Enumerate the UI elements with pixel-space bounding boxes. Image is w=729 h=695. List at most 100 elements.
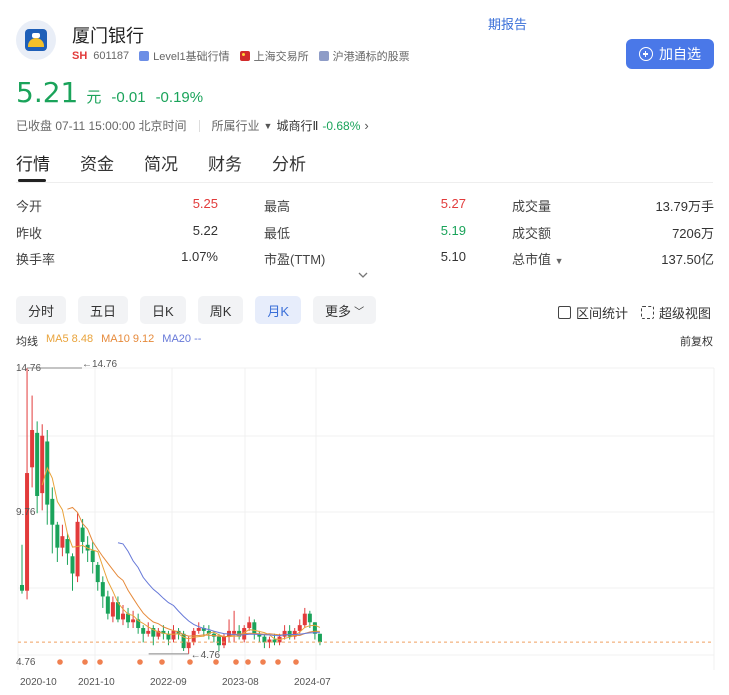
dividend-marker	[57, 659, 63, 665]
hk-connect-icon	[318, 51, 329, 61]
period-monthly[interactable]: 月K	[255, 296, 302, 324]
metric-label: 总市值 ▼	[512, 249, 564, 268]
high-marker-label: ←14.76	[82, 359, 117, 370]
tag-exchange[interactable]: 上海交易所	[239, 48, 309, 64]
price-change-pct: -0.19%	[155, 89, 204, 106]
range-stats-icon	[558, 306, 571, 319]
candle-body	[90, 550, 95, 563]
metric-value: 5.25	[192, 196, 218, 211]
candle-body	[247, 622, 252, 629]
tab-funds[interactable]: 资金	[80, 150, 114, 182]
tab-finance[interactable]: 财务	[208, 150, 242, 182]
dividend-marker	[213, 659, 219, 665]
candle-body	[20, 584, 24, 591]
ma20-legend: MA20 --	[162, 333, 202, 345]
industry-change: -0.68%	[322, 118, 361, 133]
x-axis-label: 2021-10	[78, 677, 115, 688]
add-watchlist-button[interactable]: 加自选	[626, 39, 714, 69]
candle-body	[297, 625, 302, 631]
period-daily[interactable]: 日K	[140, 296, 186, 324]
industry-label: 所属行业	[211, 119, 260, 133]
expand-chevron-icon[interactable]	[358, 270, 368, 280]
adjust-mode-toggle[interactable]: 前复权	[680, 333, 713, 349]
y-label-mid: 9.76	[16, 507, 36, 518]
super-view-label: 超级视图	[659, 306, 712, 321]
industry-link[interactable]: 城商行Ⅱ	[276, 117, 318, 134]
x-axis-label: 2022-09	[150, 677, 187, 688]
metric-label: 市盈(TTM)	[264, 252, 326, 267]
tag-hk-connect-label: 沪港通标的股票	[332, 51, 410, 63]
divider	[198, 119, 200, 132]
tag-level1[interactable]: Level1基础行情	[139, 48, 230, 64]
period-weekly[interactable]: 周K	[197, 296, 244, 324]
chevron-right-icon[interactable]: ›	[364, 118, 368, 133]
metric-value: 137.50亿	[661, 252, 714, 267]
metric-label: 最低	[264, 225, 291, 241]
candle-body	[262, 636, 267, 643]
candle-body	[196, 628, 201, 631]
dividend-marker	[245, 659, 251, 665]
dividend-marker	[97, 659, 103, 665]
metrics-grid: 今开 5.25 最高 5.27 成交量 13.79万手 昨收 5.22 最低 5…	[16, 196, 714, 276]
metric-label: 最高	[264, 199, 291, 214]
candle-body	[146, 630, 151, 634]
range-stats-button[interactable]: 区间统计	[558, 303, 628, 322]
ma20-line	[117, 542, 320, 637]
metric-label: 昨收	[16, 225, 43, 241]
candle-body	[100, 582, 105, 597]
candle-body	[60, 536, 65, 548]
candle-body	[307, 613, 312, 623]
metric-value: 5.27	[440, 196, 466, 211]
metric-value: 7206万	[672, 225, 714, 241]
kline-chart[interactable]: 14.769.764.76←14.76←4.762020-10 2021-10 20…	[0, 352, 729, 695]
stock-code: 601187	[93, 50, 130, 62]
ma-legend: 均线 MA5 8.48 MA10 9.12 MA20 --	[16, 333, 209, 349]
market-badge: SH	[72, 50, 88, 62]
caret-down-icon[interactable]: ▼	[555, 256, 564, 266]
ma-title: 均线	[16, 336, 38, 348]
period-more-dropdown[interactable]: 更多 ﹀	[313, 296, 377, 324]
period-5day[interactable]: 五日	[78, 296, 129, 324]
candle-body	[80, 527, 85, 542]
candle-body	[272, 639, 277, 643]
dividend-marker	[275, 659, 281, 665]
x-axis-label: 2024-07	[294, 677, 331, 688]
bank-logo	[16, 20, 56, 60]
dividend-marker	[159, 659, 165, 665]
candle-body	[50, 498, 55, 525]
metrics-row: 昨收 5.22 最低 5.19 成交额 7206万	[16, 223, 714, 250]
metrics-row: 今开 5.25 最高 5.27 成交量 13.79万手	[16, 196, 714, 223]
dividend-marker	[137, 659, 143, 665]
tag-exchange-label: 上海交易所	[253, 51, 309, 63]
candle-body	[171, 630, 176, 640]
add-watchlist-label: 加自选	[659, 46, 701, 62]
metric-label: 成交量	[512, 199, 552, 214]
price-unit: 元	[86, 89, 102, 106]
period-intraday[interactable]: 分时	[16, 296, 67, 324]
caret-down-icon: ▼	[263, 120, 273, 131]
candle-body	[222, 636, 226, 646]
metric-value: 5.19	[440, 222, 466, 238]
main-tabs: 行情 资金 简况 财务 分析	[16, 150, 336, 182]
tab-profile[interactable]: 简况	[144, 150, 178, 182]
period-more-label: 更多	[325, 303, 352, 319]
metric-value: 5.10	[440, 249, 466, 264]
periodic-report-link[interactable]: 期报告	[488, 14, 527, 33]
tab-analysis[interactable]: 分析	[272, 150, 306, 182]
dividend-marker	[260, 659, 266, 665]
period-selector: 分时 五日 日K 周K 月K 更多 ﹀	[16, 296, 388, 324]
metric-label: 成交额	[512, 225, 552, 241]
stock-name: 厦门银行	[72, 26, 144, 46]
dividend-marker	[233, 659, 239, 665]
candle-body	[317, 633, 322, 643]
metric-label: 今开	[16, 199, 43, 214]
tag-hk-connect[interactable]: 沪港通标的股票	[318, 48, 410, 64]
ma10-legend: MA10 9.12	[101, 333, 155, 345]
candle-body	[131, 619, 136, 623]
candle-body	[105, 596, 110, 614]
super-view-button[interactable]: 超级视图	[641, 303, 711, 322]
tab-quote[interactable]: 行情	[16, 150, 50, 182]
y-label-min: 4.76	[16, 657, 36, 668]
price-change: -0.01	[111, 89, 146, 106]
bank-logo-mark	[25, 29, 47, 51]
